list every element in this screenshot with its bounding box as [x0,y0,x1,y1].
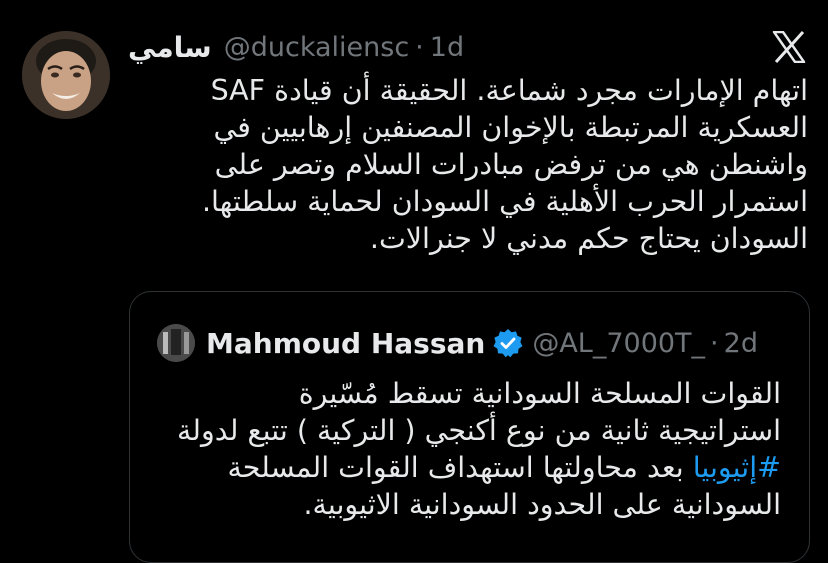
avatar-image [22,31,110,119]
quoted-separator: · [710,327,719,359]
quoted-text-line-3: #إثيوبيا بعد محاولتها استهداف القوات الم… [150,449,782,486]
quoted-author-avatar[interactable] [157,324,195,362]
quoted-tweet-card[interactable]: Mahmoud Hassan @AL_7000T_ · 2d القوات ال… [129,291,810,563]
quoted-text-line-2: استراتيجية ثانية من نوع أكنجي ( التركية … [177,414,781,447]
tweet-timestamp[interactable]: 1d [430,32,464,63]
quoted-text-line-1: القوات المسلحة السودانية تسقط مُسّيرة [298,377,781,410]
quoted-tweet-header: Mahmoud Hassan @AL_7000T_ · 2d [157,323,758,363]
quoted-tweet-text: القوات المسلحة السودانية تسقط مُسّيرة اس… [150,375,781,523]
verified-badge-icon [493,328,523,358]
tweet-text: اتهام الإمارات مجرد شماعة. الحقيقة أن قي… [201,74,808,255]
hashtag-link[interactable]: #إثيوبيا [693,451,781,484]
quoted-author-handle[interactable]: @AL_7000T_ [532,328,705,359]
quoted-timestamp[interactable]: 2d [724,328,758,359]
tweet-header: سامي @duckaliensc · 1d [128,29,464,65]
quoted-text-line-3-rest: بعد محاولتها استهداف القوات المسلحة [227,451,693,484]
quoted-author-name[interactable]: Mahmoud Hassan [206,327,485,360]
tweet-author-avatar[interactable] [22,31,110,119]
tweet-author-handle[interactable]: @duckaliensc [224,32,409,63]
quoted-text-line-4: السودانية على الحدود السودانية الاثيوبية… [303,488,782,521]
tweet-separator: · [415,31,424,63]
tweet-author-name[interactable]: سامي [128,31,212,64]
x-logo-icon[interactable] [772,30,806,64]
